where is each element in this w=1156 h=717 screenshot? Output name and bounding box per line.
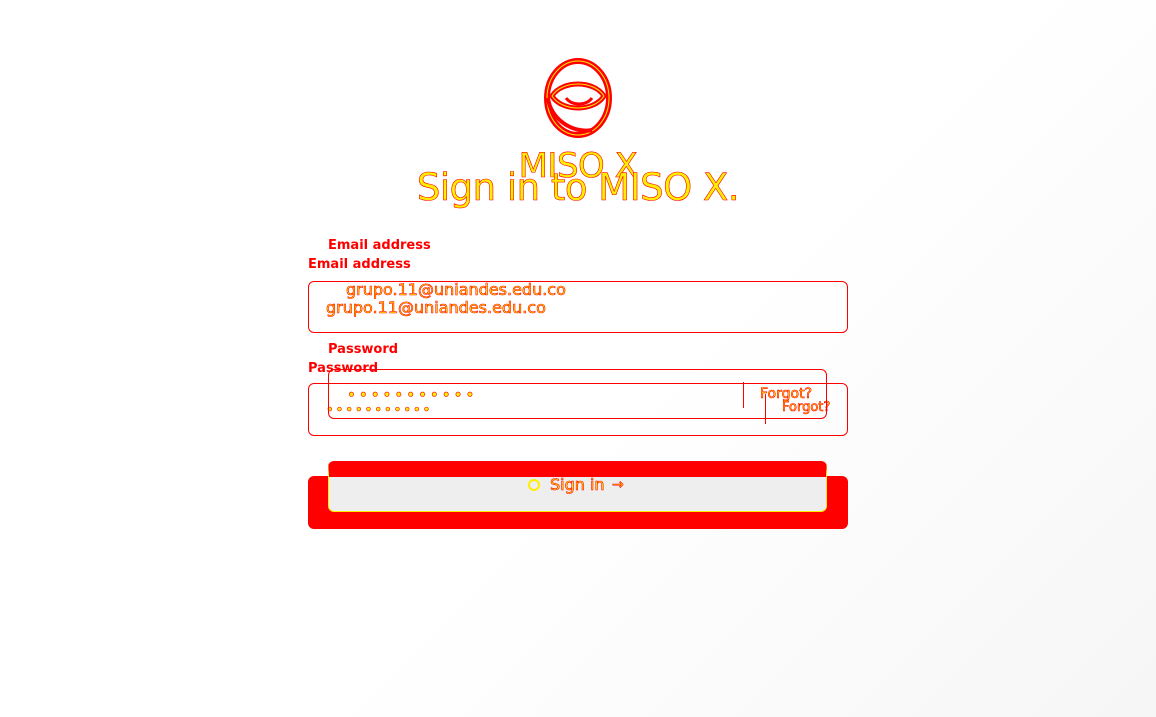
password-label-overlay: Password — [328, 342, 399, 357]
email-field[interactable]: grupo.11@uniandes.edu.co — [308, 281, 848, 333]
password-value: ••••••••••• — [326, 403, 433, 418]
password-divider — [765, 394, 766, 424]
arrow-right-icon: → — [618, 495, 630, 512]
email-label: Email address — [308, 257, 411, 272]
loading-spinner-icon — [526, 495, 542, 511]
miso-logo-icon — [542, 58, 614, 138]
email-value: grupo.11@uniandes.edu.co — [326, 298, 546, 318]
email-label-overlay: Email address — [328, 238, 431, 253]
password-field[interactable]: ••••••••••• Forgot? — [308, 383, 848, 436]
sign-in-label: Sign in — [554, 493, 609, 513]
forgot-password-link[interactable]: Forgot? — [782, 400, 831, 416]
page-title: Sign in to MISO X. — [416, 166, 740, 210]
sign-in-button[interactable]: Sign in → — [308, 476, 848, 529]
password-label: Password — [308, 361, 379, 376]
